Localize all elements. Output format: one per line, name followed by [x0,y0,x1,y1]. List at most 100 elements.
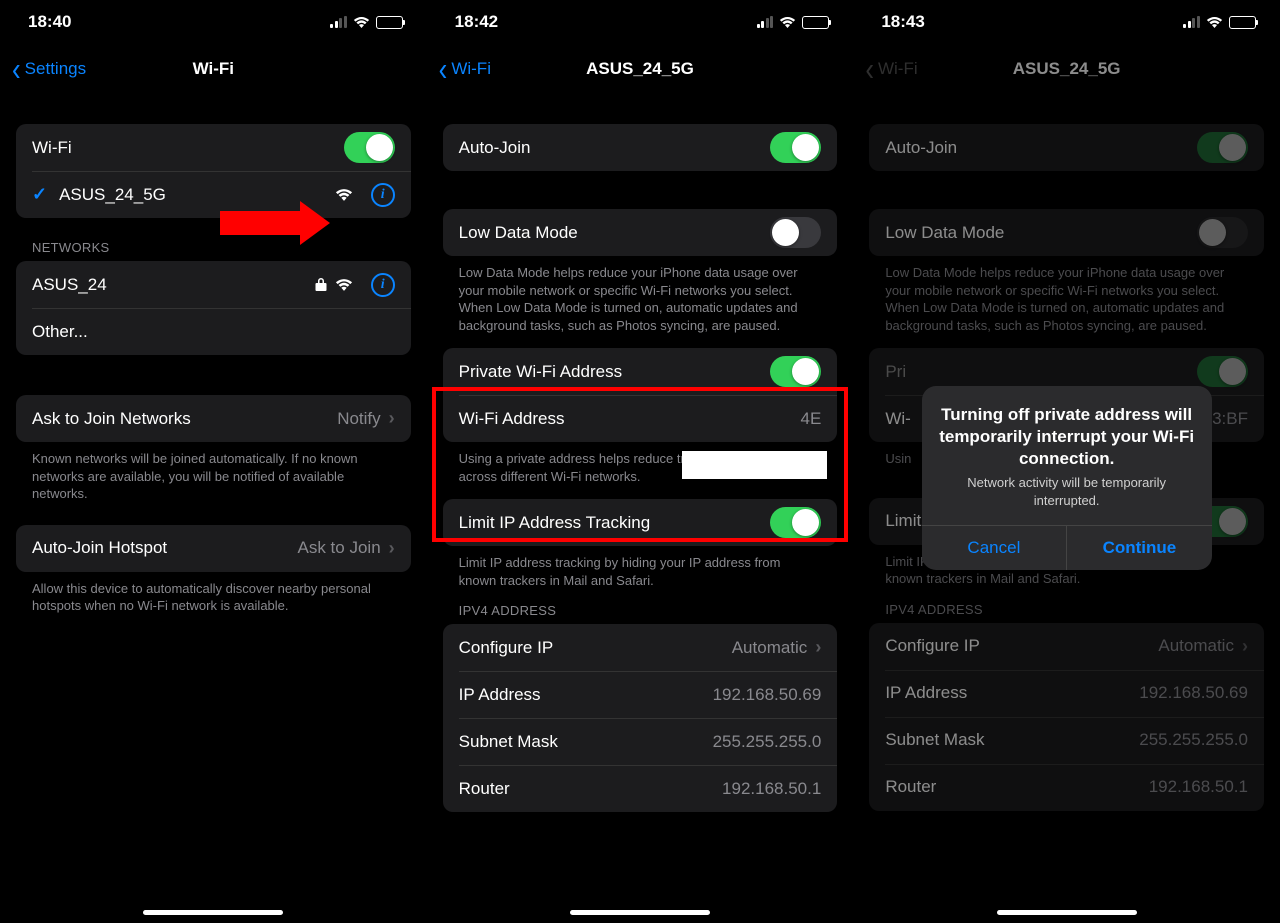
mac-redaction [682,451,827,479]
wifi-toggle-row[interactable]: Wi-Fi [16,124,411,171]
wifi-signal-icon [327,278,361,292]
connected-network-row[interactable]: ✓ ASUS_24_5G i [16,171,411,218]
wifi-status-icon [1206,16,1223,29]
low-data-row[interactable]: Low Data Mode [443,209,838,256]
ip-address-value: 192.168.50.69 [713,685,822,705]
private-address-toggle[interactable] [770,356,821,387]
dialog-title: Turning off private address will tempora… [938,404,1196,470]
screen-wifi-dialog: 18:43 ‹ Wi-Fi ASUS_24_5G Auto-Join [853,0,1280,923]
wifi-address-value: 3:BF [1212,409,1248,429]
battery-icon [1229,16,1256,29]
ipv4-header: IPV4 ADDRESS [869,588,1264,623]
private-address-row[interactable]: Private Wi-Fi Address [443,348,838,395]
limit-ip-label: Limit IP Address Tracking [459,513,771,533]
confirm-dialog: Turning off private address will tempora… [922,386,1212,570]
ask-join-group: Ask to Join Networks Notify › [16,395,411,442]
configure-ip-label: Configure IP [459,638,732,658]
network-row[interactable]: ASUS_24 i [16,261,411,308]
auto-join-group: Auto-Join [443,124,838,171]
ask-join-value: Notify [337,409,380,429]
nav-bar: ‹ Wi-Fi ASUS_24_5G [853,44,1280,94]
auto-hotspot-group: Auto-Join Hotspot Ask to Join › [16,525,411,572]
screen-wifi-details: 18:42 ‹ Wi-Fi ASUS_24_5G Auto-Join [427,0,854,923]
private-address-group: Private Wi-Fi Address Wi-Fi Address 4E [443,348,838,442]
cellular-icon [757,16,774,28]
private-address-label: Private Wi-Fi Address [459,362,771,382]
status-time: 18:43 [881,12,924,32]
home-indicator[interactable] [143,910,283,915]
wifi-toggle-group: Wi-Fi ✓ ASUS_24_5G i [16,124,411,218]
status-indicators [1183,16,1256,29]
wifi-toggle[interactable] [344,132,395,163]
back-label: Wi-Fi [878,59,918,79]
low-data-label: Low Data Mode [885,223,1197,243]
private-address-label: Pri [885,362,1197,382]
router-row: Router 192.168.50.1 [443,765,838,812]
auto-join-toggle[interactable] [770,132,821,163]
cancel-button[interactable]: Cancel [922,526,1067,570]
cellular-icon [330,16,347,28]
ask-join-footer: Known networks will be joined automatica… [16,442,411,503]
wifi-address-label: Wi-Fi Address [459,409,801,429]
configure-ip-row: Configure IP Automatic › [869,623,1264,670]
auto-hotspot-row[interactable]: Auto-Join Hotspot Ask to Join › [16,525,411,572]
limit-ip-row[interactable]: Limit IP Address Tracking [443,499,838,546]
networks-header: NETWORKS [16,218,411,261]
chevron-left-icon: ‹ [439,52,448,86]
ip-address-row: IP Address 192.168.50.69 [443,671,838,718]
ipv4-group: Configure IP Automatic › IP Address 192.… [443,624,838,812]
ipv4-header: IPV4 ADDRESS [443,589,838,624]
battery-icon [802,16,829,29]
status-time: 18:40 [28,12,71,32]
auto-join-row[interactable]: Auto-Join [443,124,838,171]
auto-join-row: Auto-Join [869,124,1264,171]
private-address-toggle [1197,356,1248,387]
ip-address-label: IP Address [459,685,713,705]
red-arrow-annotation [220,201,330,245]
status-bar: 18:42 [427,0,854,44]
dialog-actions: Cancel Continue [922,525,1212,570]
continue-button[interactable]: Continue [1066,526,1212,570]
chevron-left-icon: ‹ [865,52,874,86]
low-data-footer: Low Data Mode helps reduce your iPhone d… [443,256,838,334]
back-label: Wi-Fi [451,59,491,79]
configure-ip-row[interactable]: Configure IP Automatic › [443,624,838,671]
screen-wifi-list: 18:40 ‹ Settings Wi-Fi Wi-Fi ✓ [0,0,427,923]
other-network-row[interactable]: Other... [16,308,411,355]
router-value: 192.168.50.1 [1149,777,1248,797]
subnet-value: 255.255.255.0 [1139,730,1248,750]
subnet-label: Subnet Mask [459,732,713,752]
auto-join-group: Auto-Join [869,124,1264,171]
wifi-status-icon [353,16,370,29]
router-row: Router 192.168.50.1 [869,764,1264,811]
checkmark-icon: ✓ [32,184,47,205]
info-icon[interactable]: i [371,183,395,207]
ip-address-row: IP Address 192.168.50.69 [869,670,1264,717]
ipv4-group: Configure IP Automatic › IP Address 192.… [869,623,1264,811]
configure-ip-value: Automatic [1158,636,1234,656]
chevron-right-icon: › [1242,636,1248,657]
status-bar: 18:40 [0,0,427,44]
back-button[interactable]: ‹ Wi-Fi [439,56,491,82]
router-label: Router [459,779,722,799]
low-data-group: Low Data Mode [869,209,1264,256]
home-indicator[interactable] [997,910,1137,915]
home-indicator[interactable] [570,910,710,915]
auto-join-toggle [1197,132,1248,163]
nav-bar: ‹ Settings Wi-Fi [0,44,427,94]
chevron-right-icon: › [815,637,821,658]
other-label: Other... [32,322,395,342]
subnet-label: Subnet Mask [885,730,1139,750]
low-data-toggle[interactable] [770,217,821,248]
back-button: ‹ Wi-Fi [865,56,917,82]
info-icon[interactable]: i [371,273,395,297]
ask-join-row[interactable]: Ask to Join Networks Notify › [16,395,411,442]
back-button[interactable]: ‹ Settings [12,56,86,82]
subnet-row: Subnet Mask 255.255.255.0 [869,717,1264,764]
auto-join-label: Auto-Join [885,138,1197,158]
limit-ip-toggle[interactable] [770,507,821,538]
ip-address-value: 192.168.50.69 [1139,683,1248,703]
dialog-message: Network activity will be temporarily int… [938,474,1196,509]
status-time: 18:42 [455,12,498,32]
network-name: ASUS_24 [32,275,315,295]
